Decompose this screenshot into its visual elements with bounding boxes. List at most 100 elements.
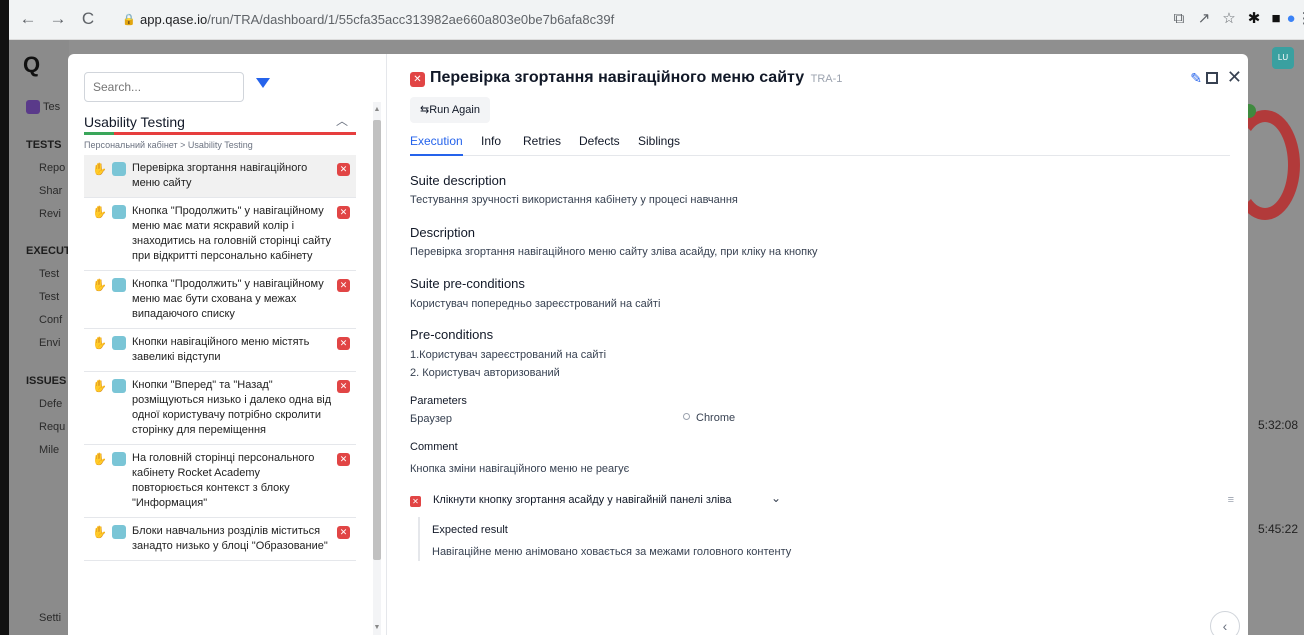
url-path: /run/TRA/dashboard/1/55cfa35acc313982ae6… bbox=[207, 12, 615, 27]
parameter-name: Браузер bbox=[410, 413, 452, 425]
split-view-icon[interactable] bbox=[1206, 72, 1218, 84]
failed-status-icon: ✕ bbox=[337, 380, 350, 393]
drag-hand-icon[interactable]: ✋ bbox=[92, 525, 107, 540]
drag-hand-icon[interactable]: ✋ bbox=[92, 162, 107, 177]
case-list-item[interactable]: ✋ Кнопка "Продолжить" у навігаційному ме… bbox=[84, 271, 356, 329]
case-title-heading: Перевірка згортання навігаційного меню с… bbox=[430, 69, 842, 87]
sidebar-item-shared-steps[interactable]: Shar bbox=[39, 185, 62, 197]
case-list-panel: Usability Testing ︿ Персональний кабінет… bbox=[68, 54, 387, 635]
tab-defects[interactable]: Defects bbox=[579, 134, 620, 156]
sidebar-item-requirements[interactable]: Requ bbox=[39, 421, 65, 433]
case-title: Кнопки навігаційного меню містять завели… bbox=[132, 336, 310, 363]
run-again-button[interactable]: ⇆Run Again bbox=[410, 97, 490, 123]
case-list: ✋ Перевірка згортання навігаційного меню… bbox=[84, 155, 356, 635]
case-list-item[interactable]: ✋ Кнопки "Вперед" та "Назад" розміщуютьс… bbox=[84, 372, 356, 445]
failed-status-icon: ✕ bbox=[410, 72, 425, 87]
detail-tabs: Execution Info Retries Defects Siblings bbox=[410, 134, 1230, 156]
failed-status-icon: ✕ bbox=[337, 206, 350, 219]
case-list-item[interactable]: ✋ Кнопки навігаційного меню містять заве… bbox=[84, 329, 356, 372]
user-avatar[interactable]: LU bbox=[1272, 47, 1294, 69]
case-list-item[interactable]: ✋ Кнопка "Продолжить" у навігаційному ме… bbox=[84, 198, 356, 271]
sidebar-item-settings[interactable]: Setti bbox=[39, 612, 61, 624]
case-type-icon bbox=[112, 336, 126, 350]
case-list-item[interactable]: ✋ Перевірка згортання навігаційного меню… bbox=[84, 155, 356, 198]
tab-execution[interactable]: Execution bbox=[410, 134, 463, 156]
suite-title: Usability Testing bbox=[84, 114, 185, 130]
case-list-item[interactable]: ✋ На головній сторінці персонального каб… bbox=[84, 445, 356, 518]
failed-status-icon: ✕ bbox=[337, 279, 350, 292]
scroll-down-icon[interactable]: ▼ bbox=[373, 624, 381, 631]
app-sidebar: Q Tes TESTS Repo Shar Revi EXECUTI Test … bbox=[9, 40, 74, 635]
case-title: Блоки навчальниз розділів міститься зана… bbox=[132, 525, 328, 552]
case-type-icon bbox=[112, 452, 126, 466]
sidebar-item-repository[interactable]: Repo bbox=[39, 162, 65, 174]
sidebar-project[interactable]: Tes bbox=[43, 101, 60, 113]
chevron-up-icon[interactable]: ︿ bbox=[336, 112, 348, 129]
step-action[interactable]: Клікнути кнопку згортання асайду у навіг… bbox=[433, 494, 731, 506]
suite-preconditions-label: Suite pre-conditions bbox=[410, 276, 525, 291]
extensions-icon[interactable]: ✱ bbox=[1243, 8, 1265, 30]
lock-icon: 🔒 bbox=[122, 14, 136, 26]
drag-hand-icon[interactable]: ✋ bbox=[92, 452, 107, 467]
case-title-text: Перевірка згортання навігаційного меню с… bbox=[430, 69, 805, 86]
forward-icon[interactable]: → bbox=[47, 8, 69, 30]
share-icon[interactable]: ↗ bbox=[1193, 8, 1215, 30]
case-type-icon bbox=[112, 278, 126, 292]
failed-status-icon: ✕ bbox=[337, 163, 350, 176]
case-title: Кнопка "Продолжить" у навігаційному меню… bbox=[132, 278, 324, 320]
parameters-label: Parameters bbox=[410, 395, 467, 407]
back-icon[interactable]: ← bbox=[17, 8, 39, 30]
sidebar-execution-header: EXECUTI bbox=[26, 245, 74, 257]
sidebar-item-test-plans[interactable]: Test bbox=[39, 268, 59, 280]
preconditions-label: Pre-conditions bbox=[410, 327, 494, 342]
sidebar-issues-header: ISSUES bbox=[26, 375, 67, 387]
tab-retries[interactable]: Retries bbox=[523, 134, 561, 156]
expected-divider bbox=[418, 517, 420, 561]
sidebar-item-milestones[interactable]: Mile bbox=[39, 444, 59, 456]
tab-info[interactable]: Info bbox=[481, 134, 501, 156]
failed-status-icon: ✕ bbox=[337, 453, 350, 466]
case-id: TRA-1 bbox=[810, 73, 843, 85]
sidebar-item-review[interactable]: Revi bbox=[39, 208, 61, 220]
sidebar-item-configurations[interactable]: Conf bbox=[39, 314, 62, 326]
address-bar[interactable]: 🔒 app.qase.io/run/TRA/dashboard/1/55cfa3… bbox=[114, 6, 1154, 34]
close-icon[interactable]: ✕ bbox=[1227, 67, 1242, 88]
edit-icon[interactable]: ✎ bbox=[1190, 70, 1202, 87]
reload-icon[interactable]: C bbox=[77, 8, 99, 30]
case-title: Перевірка згортання навігаційного меню с… bbox=[132, 162, 308, 189]
expected-result-label: Expected result bbox=[432, 524, 508, 536]
failed-status-icon: ✕ bbox=[337, 337, 350, 350]
chevron-left-icon[interactable]: ‹ bbox=[1210, 611, 1240, 635]
case-list-item[interactable]: ✋ Блоки навчальниз розділів міститься за… bbox=[84, 518, 356, 561]
bookmark-star-icon[interactable]: ☆ bbox=[1218, 8, 1240, 30]
drag-hand-icon[interactable]: ✋ bbox=[92, 278, 107, 293]
drag-hand-icon[interactable]: ✋ bbox=[92, 379, 107, 394]
description-text: Перевірка згортання навігаційного меню с… bbox=[410, 246, 818, 258]
chevron-down-icon[interactable]: ⌄ bbox=[771, 491, 781, 505]
drag-hand-icon[interactable]: ✋ bbox=[92, 205, 107, 220]
sidebar-item-environments[interactable]: Envi bbox=[39, 337, 60, 349]
case-type-icon bbox=[112, 379, 126, 393]
failed-status-icon: ✕ bbox=[410, 496, 421, 507]
url-domain: app.qase.io bbox=[140, 12, 208, 27]
comment-label: Comment bbox=[410, 441, 458, 453]
case-type-icon bbox=[112, 205, 126, 219]
step-menu-icon[interactable]: ≡ bbox=[1228, 494, 1234, 506]
menu-kebab-icon[interactable]: ⋮ bbox=[1293, 8, 1304, 30]
precondition-line-2: 2. Користувач авторизований bbox=[410, 367, 560, 379]
filter-icon[interactable] bbox=[256, 78, 270, 88]
parameter-value: Chrome bbox=[696, 412, 736, 424]
sidebar-item-defects[interactable]: Defe bbox=[39, 398, 62, 410]
bg-time-1: 5:32:08 bbox=[1257, 418, 1298, 432]
project-badge-icon bbox=[26, 100, 40, 114]
scroll-up-icon[interactable]: ▲ bbox=[373, 106, 381, 113]
tab-siblings[interactable]: Siblings bbox=[638, 134, 680, 156]
sidebar-item-test-runs[interactable]: Test bbox=[39, 291, 59, 303]
case-type-icon bbox=[112, 525, 126, 539]
list-scrollbar-thumb[interactable] bbox=[373, 120, 381, 560]
search-input[interactable] bbox=[84, 72, 244, 102]
translate-icon[interactable]: ⧉ bbox=[1168, 8, 1190, 30]
suite-description-label: Suite description bbox=[410, 173, 507, 188]
case-title: Кнопки "Вперед" та "Назад" розміщуються … bbox=[132, 379, 332, 436]
drag-hand-icon[interactable]: ✋ bbox=[92, 336, 107, 351]
